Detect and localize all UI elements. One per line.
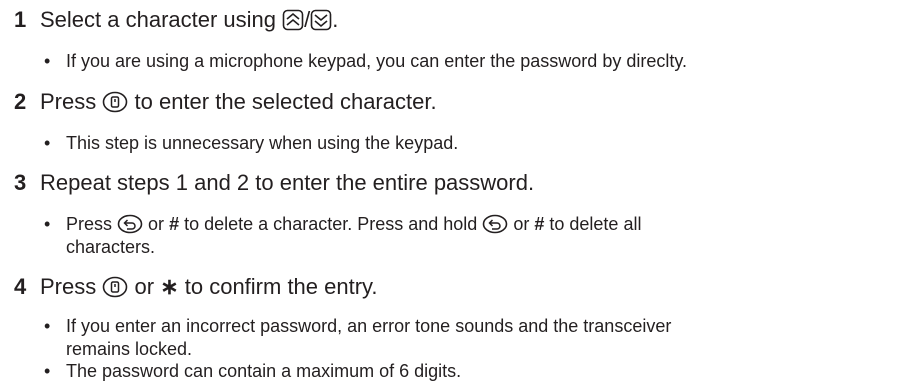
step-text: Repeat steps 1 and 2 to enter the entire…: [40, 170, 535, 195]
note-text-part: If you enter an incorrect password, an e…: [66, 316, 672, 336]
step-text-part: Press: [40, 89, 97, 114]
down-key-icon: [310, 9, 332, 31]
step-text-part: to confirm the entry.: [184, 274, 378, 299]
star-key: ∗: [160, 274, 179, 299]
dial-button-icon: [102, 91, 128, 113]
bullet-dot: •: [44, 133, 51, 153]
note-text-part: or: [148, 214, 165, 234]
bullet-dot: •: [44, 214, 51, 234]
step-number: 2: [14, 89, 27, 114]
note-text: If you are using a microphone keypad, yo…: [66, 51, 688, 71]
step-text: Select a character using / .: [40, 6, 338, 34]
note-text: If you enter an incorrect password, an e…: [66, 315, 896, 361]
note-text: Press or # to delete a character. Press …: [66, 213, 896, 259]
note-text-part: Press: [66, 214, 113, 234]
note-text-part: or: [513, 214, 530, 234]
step-text: Press to enter the selected character.: [40, 88, 437, 116]
note-text: The password can contain a maximum of 6 …: [66, 361, 462, 381]
back-button-icon: [482, 214, 508, 234]
step-number: 1: [14, 7, 27, 32]
hash-key: #: [534, 214, 545, 234]
note-text-part: to delete all: [549, 214, 642, 234]
bullet-dot: •: [44, 361, 51, 381]
step-number: 4: [14, 274, 27, 299]
step-text: Press or ∗ to confirm the entry.: [40, 273, 378, 301]
bullet-dot: •: [44, 51, 51, 71]
back-button-icon: [117, 214, 143, 234]
step-text-part: Press: [40, 274, 97, 299]
dial-button-icon: [102, 276, 128, 298]
note-text-part: to delete a character. Press and hold: [184, 214, 478, 234]
step-number: 3: [14, 170, 27, 195]
bullet-dot: •: [44, 316, 51, 336]
step-text-part: to enter the selected character.: [134, 89, 437, 114]
step-text-part: .: [332, 7, 339, 32]
up-key-icon: [282, 9, 304, 31]
step-text-part: Select a character using: [40, 7, 277, 32]
note-text: This step is unnecessary when using the …: [66, 133, 459, 153]
instruction-list: 1 Select a character using / . • If you …: [0, 0, 906, 382]
step-text-part: or: [134, 274, 155, 299]
note-text-part: remains locked.: [66, 339, 193, 359]
note-text-part: characters.: [66, 237, 156, 257]
hash-key: #: [169, 214, 180, 234]
